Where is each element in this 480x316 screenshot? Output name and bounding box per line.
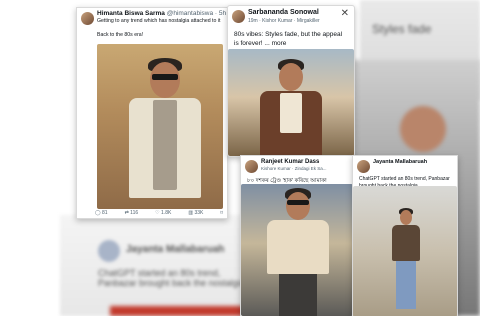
post-header: Sarbananda Sonowal 19m · Kishor Kumar · … (228, 6, 354, 30)
post-text: 80s vibes: Styles fade, but the appeal i… (234, 31, 343, 47)
person-figure (389, 208, 423, 312)
post-card-ranjeet[interactable]: Ranjeet Kumar Dass Kishore Kumar · Zinda… (240, 155, 354, 316)
post-meta: Kishore Kumar · Zindagi Ek Sa... (261, 166, 327, 171)
views-action[interactable]: ▥ 33K (188, 210, 203, 216)
bookmark-icon[interactable]: ⌑ (220, 210, 223, 216)
person-figure (256, 57, 326, 156)
post-card-jayanta[interactable]: Jayanta Mallabaruah ChatGPT started an 8… (352, 155, 458, 316)
views-count: 33K (194, 210, 204, 216)
reply-icon: ◯ (95, 210, 101, 216)
like-action[interactable]: ♡ 1.8K (155, 210, 171, 216)
post-card-himanta[interactable]: Himanta Biswa Sarma @himantabiswa · 5h G… (76, 7, 228, 219)
post-text: Getting to any trend which has nostalgia… (97, 18, 221, 39)
avatar[interactable] (232, 10, 245, 23)
background-text-top: Styles fade (372, 22, 432, 36)
author-name[interactable]: Himanta Biswa Sarma @himantabiswa · 5h (97, 10, 226, 17)
person-figure (265, 188, 331, 316)
views-icon: ▥ (188, 210, 194, 216)
avatar[interactable] (245, 160, 258, 173)
post-header: Ranjeet Kumar Dass Kishore Kumar · Zinda… (241, 156, 353, 178)
repost-action[interactable]: ⇄ 116 (125, 210, 139, 216)
like-icon: ♡ (155, 210, 160, 216)
background-body-text: ChatGPT started an 80s trend, Panbazar b… (98, 268, 248, 288)
post-photo[interactable] (97, 44, 223, 209)
author-handle: @himantabiswa · 5h (166, 10, 227, 17)
post-photo[interactable] (241, 184, 353, 316)
like-count: 1.8K (161, 210, 172, 216)
background-red-strip (110, 306, 250, 316)
repost-icon: ⇄ (124, 210, 129, 216)
background-face (400, 106, 446, 152)
author-name[interactable]: Ranjeet Kumar Dass (261, 159, 319, 165)
post-actions: ◯ 81 ⇄ 116 ♡ 1.8K ▥ 33K ⌑ (95, 210, 223, 216)
reply-count: 81 (102, 210, 108, 216)
author-name[interactable]: Jayanta Mallabaruah (373, 159, 427, 165)
post-meta: 19m · Kishor Kumar · Mirgakiller (248, 18, 320, 24)
author-name-text: Himanta Biswa Sarma (97, 10, 165, 17)
post-header: Jayanta Mallabaruah (353, 156, 457, 176)
person-figure (125, 54, 205, 209)
post-photo[interactable] (353, 186, 457, 316)
repost-count: 116 (130, 210, 139, 216)
post-card-sarbananda[interactable]: Sarbananda Sonowal 19m · Kishor Kumar · … (227, 5, 355, 157)
reply-action[interactable]: ◯ 81 (95, 210, 108, 216)
background-name: Jayanta Mallabaruah (126, 244, 225, 255)
collage-stage: Styles fade Jayanta Mallabaruah ChatGPT … (0, 0, 480, 316)
author-name[interactable]: Sarbananda Sonowal (248, 9, 319, 16)
post-photo[interactable] (228, 49, 354, 156)
avatar[interactable] (357, 160, 370, 173)
background-blur-bottom (60, 215, 250, 316)
close-icon[interactable]: ✕ (341, 9, 349, 19)
background-avatar (98, 240, 120, 262)
